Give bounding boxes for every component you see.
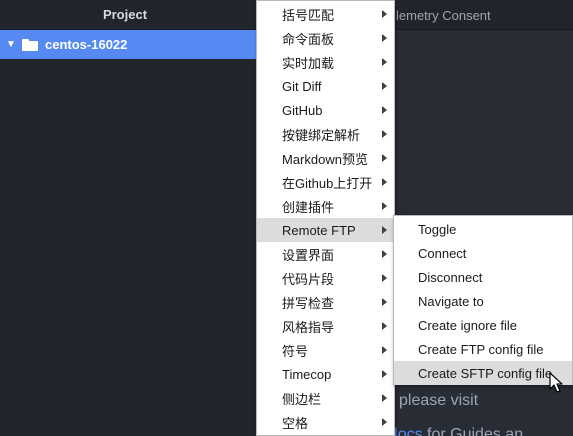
project-panel: Project ▼ centos-16022 <box>0 0 276 436</box>
submenu-item-label: Toggle <box>418 221 457 237</box>
project-panel-title: Project <box>102 7 148 22</box>
menu-item-label: Remote FTP <box>282 222 356 238</box>
submenu-arrow-icon <box>382 202 387 210</box>
mouse-pointer-icon <box>549 372 563 393</box>
submenu-item-label: Connect <box>418 245 467 261</box>
submenu-arrow-icon <box>382 418 387 426</box>
submenu-item-create-ftp-config[interactable]: Create FTP config file <box>394 337 572 361</box>
menu-item-command-palette[interactable]: 命令面板 <box>257 26 394 50</box>
menu-item-label: Git Diff <box>282 78 322 94</box>
submenu-arrow-icon <box>382 370 387 378</box>
submenu-arrow-icon <box>382 10 387 18</box>
menu-item-label: 实时加载 <box>282 55 335 71</box>
chevron-down-icon[interactable]: ▼ <box>6 39 20 50</box>
submenu-item-disconnect[interactable]: Disconnect <box>394 265 572 289</box>
menu-item-label: 设置界面 <box>282 247 335 263</box>
menu-item-label: 侧边栏 <box>282 391 322 407</box>
tree-root-folder[interactable]: ▼ centos-16022 <box>0 30 276 59</box>
project-panel-header[interactable]: Project <box>0 0 276 30</box>
submenu-item-connect[interactable]: Connect <box>394 241 572 265</box>
menu-item-timecop[interactable]: Timecop <box>257 362 394 386</box>
submenu-arrow-icon <box>382 322 387 330</box>
folder-icon <box>22 38 38 51</box>
menu-item-bracket-matcher[interactable]: 括号匹配 <box>257 2 394 26</box>
menu-item-label: 括号匹配 <box>282 7 335 23</box>
tab-telemetry-consent[interactable]: lemetry Consent <box>396 8 491 23</box>
submenu-item-create-ignore-file[interactable]: Create ignore file <box>394 313 572 337</box>
submenu-arrow-icon <box>382 154 387 162</box>
submenu-item-label: Create SFTP config file <box>418 365 553 381</box>
menu-item-label: 在Github上打开 <box>282 175 373 191</box>
submenu-arrow-icon <box>382 58 387 66</box>
submenu-item-navigate-to[interactable]: Navigate to <box>394 289 572 313</box>
submenu-item-label: Create ignore file <box>418 317 517 333</box>
menu-item-label: 风格指导 <box>282 319 335 335</box>
submenu-arrow-icon <box>382 82 387 90</box>
submenu-item-toggle[interactable]: Toggle <box>394 217 572 241</box>
submenu-arrow-icon <box>382 274 387 282</box>
submenu-arrow-icon <box>382 34 387 42</box>
menu-item-live-reload[interactable]: 实时加载 <box>257 50 394 74</box>
menu-item-label: 按键绑定解析 <box>282 127 361 143</box>
menu-item-spell-check[interactable]: 拼写检查 <box>257 290 394 314</box>
menu-item-remote-ftp[interactable]: Remote FTP <box>257 218 394 242</box>
remote-ftp-submenu: Toggle Connect Disconnect Navigate to Cr… <box>393 215 573 385</box>
submenu-item-label: Create FTP config file <box>418 341 544 357</box>
menu-item-label: GitHub <box>282 102 323 118</box>
menu-item-label: 创建插件 <box>282 199 335 215</box>
submenu-arrow-icon <box>382 130 387 138</box>
submenu-arrow-icon <box>382 178 387 186</box>
packages-menu: 括号匹配 命令面板 实时加载 Git Diff GitHub 按键绑定解析 Ma… <box>256 0 395 436</box>
submenu-item-label: Navigate to <box>418 293 484 309</box>
menu-item-label: Markdown预览 <box>282 151 368 167</box>
menu-item-github[interactable]: GitHub <box>257 98 394 122</box>
menu-item-label: 命令面板 <box>282 31 335 47</box>
menu-item-snippets[interactable]: 代码片段 <box>257 266 394 290</box>
submenu-item-create-sftp-config[interactable]: Create SFTP config file <box>394 361 572 385</box>
menu-item-keybinding-resolver[interactable]: 按键绑定解析 <box>257 122 394 146</box>
docs-suffix: for Guides an <box>422 426 524 436</box>
submenu-arrow-icon <box>382 346 387 354</box>
submenu-arrow-icon <box>382 250 387 258</box>
menu-item-label: 符号 <box>282 343 309 359</box>
menu-item-markdown-preview[interactable]: Markdown预览 <box>257 146 394 170</box>
submenu-arrow-icon <box>382 226 387 234</box>
menu-item-whitespace[interactable]: 空格 <box>257 410 394 434</box>
menu-item-label: Timecop <box>282 366 332 382</box>
submenu-item-label: Disconnect <box>418 269 483 285</box>
menu-item-label: 拼写检查 <box>282 295 335 311</box>
menu-item-tree-view[interactable]: 侧边栏 <box>257 386 394 410</box>
welcome-text: please visit <box>399 392 479 409</box>
menu-item-styleguide[interactable]: 风格指导 <box>257 314 394 338</box>
submenu-arrow-icon <box>382 106 387 114</box>
menu-item-label: 空格 <box>282 415 309 431</box>
menu-item-settings-view[interactable]: 设置界面 <box>257 242 394 266</box>
menu-item-symbols[interactable]: 符号 <box>257 338 394 362</box>
submenu-arrow-icon <box>382 298 387 306</box>
menu-item-label: 代码片段 <box>282 271 335 287</box>
submenu-arrow-icon <box>382 394 387 402</box>
root-folder-label: centos-16022 <box>45 37 128 52</box>
menu-item-open-on-github[interactable]: 在Github上打开 <box>257 170 394 194</box>
menu-item-package-generator[interactable]: 创建插件 <box>257 194 394 218</box>
menu-item-git-diff[interactable]: Git Diff <box>257 74 394 98</box>
